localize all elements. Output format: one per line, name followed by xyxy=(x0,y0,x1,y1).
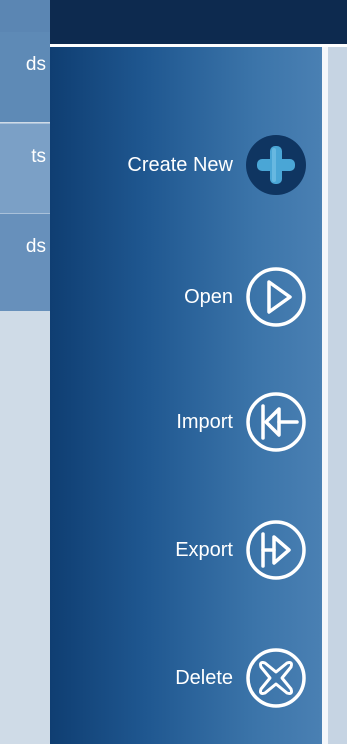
create-new-button[interactable]: Create New xyxy=(127,130,309,200)
left-tab-header xyxy=(0,0,50,32)
import-label: Import xyxy=(176,410,233,433)
left-tab-1-label: ds xyxy=(25,54,46,75)
import-button[interactable]: Import xyxy=(176,387,309,457)
app-window: ds ts ds Create New Open Import Export D… xyxy=(0,0,347,744)
plus-circle-icon xyxy=(246,135,306,195)
create-new-label: Create New xyxy=(127,153,233,176)
left-tab-1[interactable]: ds xyxy=(0,32,50,122)
delete-button[interactable]: Delete xyxy=(175,643,309,713)
import-circle-icon xyxy=(246,392,306,452)
play-circle-icon xyxy=(246,267,306,327)
left-tab-2[interactable]: ts xyxy=(0,123,50,213)
right-content-strip xyxy=(328,47,347,744)
delete-x-circle-icon xyxy=(246,648,306,708)
export-circle-icon xyxy=(246,520,306,580)
left-tab-3-label: ds xyxy=(25,236,46,257)
delete-label: Delete xyxy=(175,666,233,689)
left-tab-3[interactable]: ds xyxy=(0,213,50,311)
export-label: Export xyxy=(175,538,233,561)
left-tab-column: ds ts ds xyxy=(0,0,50,744)
open-button[interactable]: Open xyxy=(184,262,309,332)
left-tab-2-label: ts xyxy=(31,146,46,167)
export-button[interactable]: Export xyxy=(175,515,309,585)
open-label: Open xyxy=(184,285,233,308)
top-title-bar xyxy=(50,0,347,47)
